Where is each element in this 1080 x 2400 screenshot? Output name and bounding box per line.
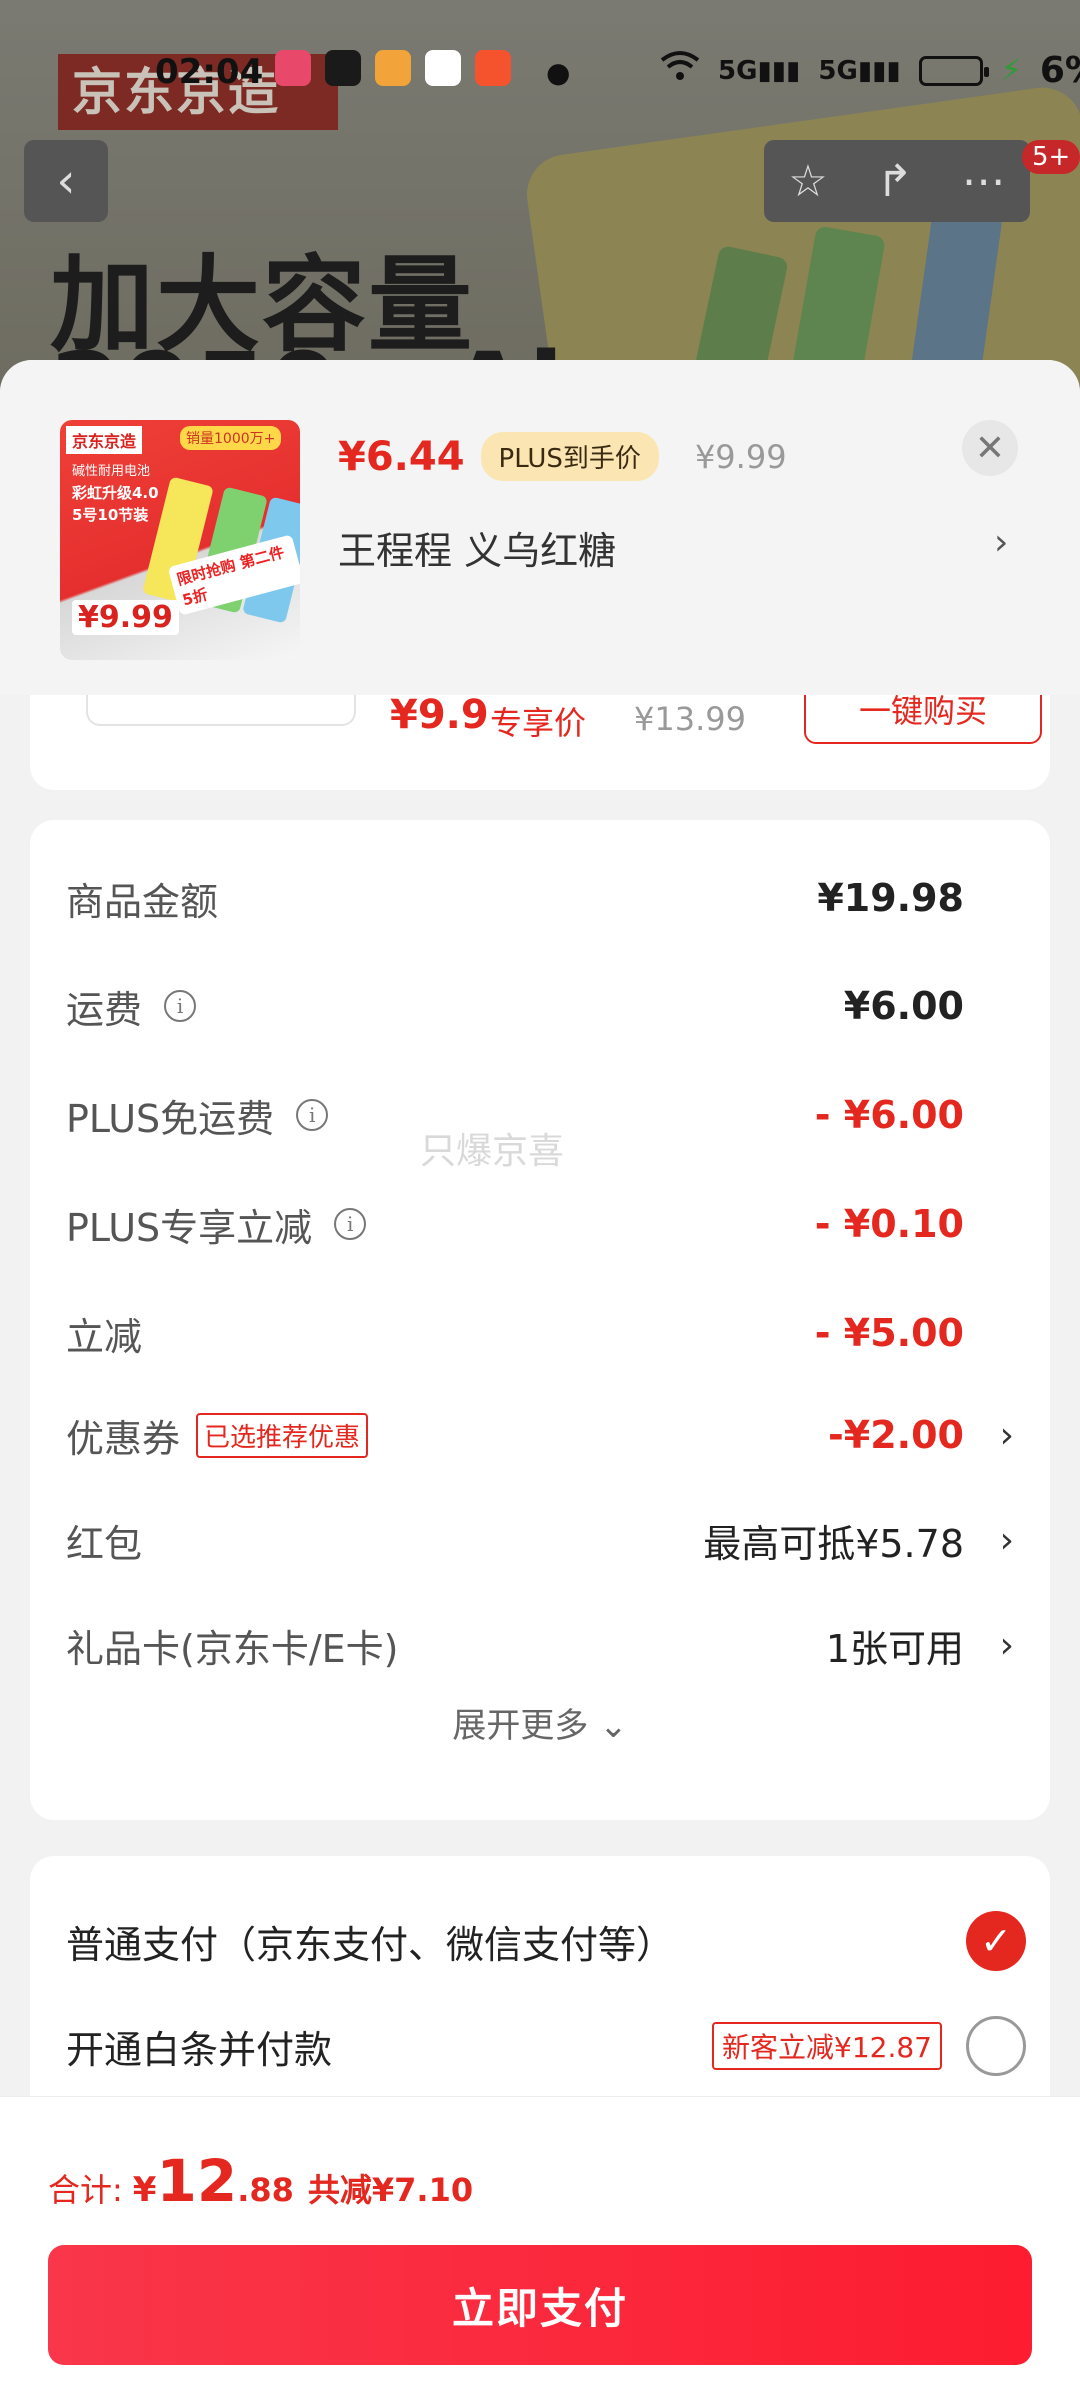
- battery-percent: 6%: [1039, 50, 1080, 91]
- search-app-icon: [425, 50, 461, 86]
- summary-value: ¥19.98: [817, 876, 964, 920]
- payment-option-baitiao[interactable]: 开通白条并付款 新客立减¥12.87: [66, 2011, 1026, 2081]
- chevron-right-icon[interactable]: ›: [994, 522, 1008, 563]
- more-notifications-icon: ●: [546, 56, 571, 89]
- summary-value: ¥6.00: [843, 984, 964, 1028]
- expand-more-button[interactable]: 展开更多 ⌄: [30, 1698, 1050, 1747]
- checkout-sheet: ¥9.9 专享价 ¥13.99 一键购买 京东京造 销量1000万+ 碱性耐用电…: [0, 360, 1080, 2400]
- signal-icon: 5G▮▮▮: [718, 55, 801, 86]
- summary-label: 商品金额: [66, 879, 219, 924]
- charging-icon: ⚡: [1000, 53, 1022, 88]
- order-summary-card: 商品金额 ¥19.98 运费 i ¥6.00 PLUS免运费 i - ¥6.00…: [30, 820, 1050, 1820]
- promo-card-field: [86, 690, 356, 726]
- thumb-text: 碱性耐用电池: [72, 464, 151, 479]
- pay-now-button[interactable]: 立即支付: [48, 2245, 1032, 2365]
- app-notification-icon: [275, 50, 311, 86]
- watermark: 只爆京喜: [420, 1131, 565, 1172]
- payment-option-label: 普通支付（京东支付、微信支付等）: [66, 1922, 675, 1967]
- payment-option-normal[interactable]: 普通支付（京东支付、微信支付等） ✓: [66, 1906, 1026, 1976]
- coupon-selected-tag: 已选推荐优惠: [196, 1412, 369, 1458]
- summary-label: 红包: [66, 1521, 143, 1566]
- total-currency: ¥: [132, 2170, 157, 2210]
- product-thumbnail[interactable]: 京东京造 销量1000万+ 碱性耐用电池 彩虹升级4.0 5号10节装 限时抢购…: [60, 420, 300, 660]
- thumb-brand: 京东京造: [66, 426, 143, 454]
- taobao-icon: [475, 50, 511, 86]
- summary-value: - ¥6.00: [814, 1093, 964, 1137]
- summary-label: 运费: [66, 987, 143, 1032]
- info-icon[interactable]: i: [164, 990, 197, 1022]
- expand-more-label: 展开更多: [452, 1706, 589, 1746]
- payment-option-label: 开通白条并付款: [66, 2027, 333, 2072]
- product-original-price: ¥9.99: [694, 437, 787, 476]
- promo-original-price: ¥13.99: [634, 700, 746, 738]
- product-price-row: ¥6.44 PLUS到手价 ¥9.99: [338, 432, 787, 481]
- status-time: 02:04: [155, 52, 264, 92]
- total-decimal: .88: [237, 2171, 294, 2209]
- summary-row-item-amount: 商品金额 ¥19.98: [66, 868, 1014, 928]
- more-icon[interactable]: ⋯: [962, 156, 1006, 207]
- summary-label: 立减: [66, 1314, 143, 1359]
- summary-value: -¥2.00: [828, 1413, 964, 1457]
- status-bar: 02:04 ● 5G▮▮▮ 5G▮▮▮ ⚡ 6%: [0, 0, 1080, 140]
- chevron-right-icon[interactable]: ›: [1000, 1625, 1014, 1666]
- summary-label: 礼品卡(京东卡/E卡): [66, 1626, 399, 1671]
- notification-badge: 5+: [1022, 140, 1080, 174]
- summary-row-gift-card[interactable]: 礼品卡(京东卡/E卡) 1张可用 ›: [66, 1615, 1014, 1675]
- share-icon[interactable]: ↱: [876, 156, 913, 207]
- close-icon[interactable]: ✕: [962, 420, 1018, 476]
- product-spec[interactable]: 王程程 义乌红糖: [338, 520, 616, 575]
- battery-icon: [918, 55, 989, 86]
- info-icon[interactable]: i: [296, 1099, 329, 1131]
- signal-label-2: 5G: [818, 55, 858, 86]
- thumb-text: 彩虹升级4.0: [72, 484, 159, 502]
- chevron-right-icon[interactable]: ›: [1000, 1415, 1014, 1456]
- checkout-footer: 合计: ¥ 12 .88 共减¥7.10 立即支付: [0, 2096, 1080, 2400]
- summary-row-red-packet[interactable]: 红包 最高可抵¥5.78 ›: [66, 1510, 1014, 1570]
- check-icon[interactable]: ✓: [966, 1911, 1026, 1971]
- signal-label: 5G: [718, 55, 758, 86]
- payment-options-card: 普通支付（京东支付、微信支付等） ✓ 开通白条并付款 新客立减¥12.87: [30, 1856, 1050, 2096]
- tiktok-icon: [325, 50, 361, 86]
- video-app-icon: [375, 50, 411, 86]
- summary-value: - ¥0.10: [814, 1202, 964, 1246]
- summary-row-plus-discount: PLUS专享立减 i - ¥0.10: [66, 1194, 1014, 1254]
- info-icon[interactable]: i: [334, 1208, 367, 1240]
- new-user-discount-tag: 新客立减¥12.87: [712, 2022, 942, 2070]
- status-indicators: 5G▮▮▮ 5G▮▮▮ ⚡ 6%: [660, 50, 1080, 91]
- plus-price-tag: PLUS到手价: [480, 432, 659, 481]
- summary-label: PLUS免运费: [66, 1096, 275, 1141]
- product-header: 京东京造 销量1000万+ 碱性耐用电池 彩虹升级4.0 5号10节装 限时抢购…: [0, 360, 1080, 695]
- thumb-badge: 销量1000万+: [180, 426, 282, 450]
- top-actions: ☆ ↱ ⋯: [764, 140, 1030, 222]
- summary-row-instant-discount: 立减 - ¥5.00: [66, 1303, 1014, 1363]
- summary-value: 最高可抵¥5.78: [703, 1521, 964, 1566]
- promo-price-tag: 专享价: [490, 704, 587, 742]
- signal-icon-2: 5G▮▮▮: [818, 55, 901, 86]
- product-price: ¥6.44: [338, 433, 465, 480]
- notification-icons: [275, 50, 511, 86]
- chevron-down-icon: ⌄: [599, 1706, 628, 1746]
- total-label: 合计:: [48, 2171, 123, 2209]
- radio-unselected-icon[interactable]: [966, 2016, 1026, 2076]
- summary-value: - ¥5.00: [814, 1311, 964, 1355]
- summary-row-coupon[interactable]: 优惠券 已选推荐优惠 -¥2.00 ›: [66, 1405, 1014, 1465]
- summary-value: 1张可用: [825, 1626, 964, 1671]
- wifi-icon: [660, 50, 700, 91]
- favorite-icon[interactable]: ☆: [788, 156, 827, 207]
- summary-label: 优惠券: [66, 1416, 181, 1461]
- thumb-price: ¥9.99: [72, 600, 179, 635]
- summary-row-shipping: 运费 i ¥6.00: [66, 976, 1014, 1036]
- summary-label: PLUS专享立减: [66, 1205, 313, 1250]
- total-integer: 12: [156, 2147, 238, 2215]
- order-total: 合计: ¥ 12 .88 共减¥7.10: [48, 2147, 473, 2215]
- total-savings: 共减¥7.10: [307, 2171, 474, 2209]
- thumb-text: 5号10节装: [72, 506, 149, 524]
- chevron-right-icon[interactable]: ›: [1000, 1520, 1014, 1561]
- promo-price: ¥9.9: [390, 692, 489, 738]
- back-button[interactable]: ‹: [24, 140, 108, 222]
